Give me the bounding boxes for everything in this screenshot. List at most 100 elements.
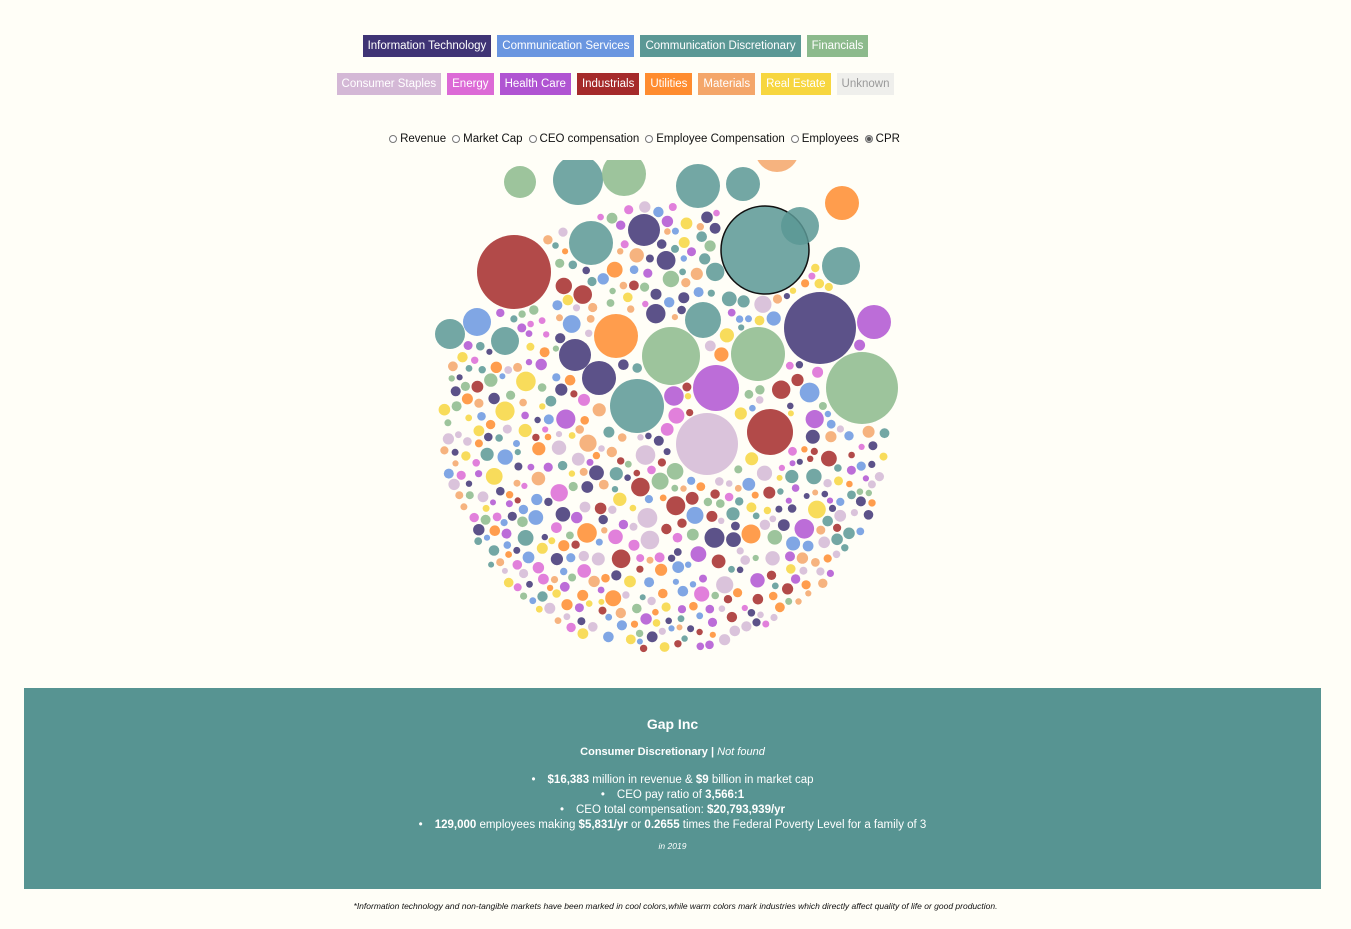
company-bubble[interactable]	[456, 374, 463, 381]
company-bubble[interactable]	[640, 613, 652, 625]
company-bubble[interactable]	[636, 638, 643, 645]
company-bubble[interactable]	[772, 380, 791, 399]
company-bubble[interactable]	[726, 507, 740, 521]
company-bubble[interactable]	[617, 433, 627, 442]
company-bubble[interactable]	[476, 341, 485, 351]
company-bubble[interactable]	[486, 348, 493, 355]
company-bubble[interactable]	[492, 512, 502, 522]
company-bubble[interactable]	[724, 492, 734, 502]
legend-tag-financials[interactable]: Financials	[806, 35, 869, 57]
company-bubble[interactable]	[484, 432, 493, 442]
company-bubble[interactable]	[577, 628, 589, 639]
company-bubble[interactable]	[826, 569, 835, 577]
company-bubble[interactable]	[677, 305, 686, 315]
company-bubble[interactable]	[560, 567, 568, 576]
company-bubble[interactable]	[580, 416, 589, 425]
company-bubble[interactable]	[808, 500, 826, 519]
company-bubble[interactable]	[816, 567, 825, 576]
company-bubble[interactable]	[848, 451, 855, 459]
company-bubble[interactable]	[538, 573, 549, 585]
company-bubble[interactable]	[734, 484, 742, 492]
company-bubble[interactable]	[528, 510, 544, 525]
company-bubble[interactable]	[548, 537, 556, 545]
company-bubble[interactable]	[618, 359, 629, 370]
company-bubble[interactable]	[841, 544, 849, 552]
company-bubble[interactable]	[497, 449, 513, 465]
company-bubble[interactable]	[787, 410, 794, 417]
company-bubble[interactable]	[644, 495, 654, 504]
company-bubble[interactable]	[543, 235, 553, 245]
company-bubble[interactable]	[637, 434, 644, 441]
company-bubble[interactable]	[456, 470, 466, 480]
company-bubble[interactable]	[681, 635, 688, 642]
company-bubble[interactable]	[463, 437, 472, 446]
company-bubble[interactable]	[824, 282, 833, 292]
company-bubble[interactable]	[629, 265, 639, 274]
company-bubble[interactable]	[763, 486, 776, 499]
company-bubble[interactable]	[592, 451, 601, 460]
company-bubble[interactable]	[801, 279, 810, 288]
company-bubble[interactable]	[707, 617, 718, 627]
company-bubble[interactable]	[795, 361, 804, 369]
company-bubble[interactable]	[771, 582, 779, 590]
company-bubble[interactable]	[647, 465, 656, 475]
company-bubble[interactable]	[506, 390, 516, 400]
company-bubble[interactable]	[795, 598, 802, 605]
company-bubble[interactable]	[756, 465, 773, 481]
company-bubble[interactable]	[818, 578, 828, 588]
company-bubble[interactable]	[518, 504, 529, 515]
company-bubble[interactable]	[608, 505, 617, 514]
company-bubble[interactable]	[657, 458, 667, 467]
company-bubble[interactable]	[507, 511, 517, 521]
company-bubble[interactable]	[735, 497, 744, 506]
company-bubble[interactable]	[747, 609, 756, 617]
company-bubble[interactable]	[810, 447, 818, 455]
company-bubble[interactable]	[535, 605, 543, 613]
company-bubble[interactable]	[699, 253, 711, 265]
company-bubble[interactable]	[577, 589, 589, 601]
company-bubble[interactable]	[681, 278, 691, 288]
company-bubble[interactable]	[594, 314, 638, 358]
company-bubble[interactable]	[531, 471, 546, 486]
company-bubble[interactable]	[491, 327, 519, 355]
company-bubble[interactable]	[703, 497, 713, 507]
company-bubble[interactable]	[775, 602, 785, 613]
company-bubble[interactable]	[632, 363, 642, 373]
company-bubble[interactable]	[767, 530, 783, 545]
company-bubble[interactable]	[605, 590, 622, 607]
company-bubble[interactable]	[821, 450, 837, 467]
radio-ceo-compensation[interactable]: CEO compensation	[528, 133, 639, 145]
company-bubble[interactable]	[635, 445, 656, 465]
radio-employee-compensation[interactable]: Employee Compensation	[645, 133, 785, 145]
company-bubble[interactable]	[578, 550, 589, 562]
company-bubble[interactable]	[503, 541, 512, 549]
company-bubble[interactable]	[624, 205, 634, 215]
company-bubble[interactable]	[825, 186, 859, 220]
company-bubble[interactable]	[637, 508, 658, 528]
company-bubble[interactable]	[844, 431, 854, 441]
company-bubble[interactable]	[755, 396, 764, 404]
company-bubble[interactable]	[805, 410, 824, 429]
company-bubble[interactable]	[652, 608, 659, 616]
company-bubble[interactable]	[562, 248, 569, 255]
company-bubble[interactable]	[448, 478, 460, 491]
company-bubble[interactable]	[579, 434, 597, 452]
company-bubble[interactable]	[661, 215, 674, 228]
company-bubble[interactable]	[544, 433, 552, 441]
company-bubble[interactable]	[741, 604, 748, 612]
company-bubble[interactable]	[856, 461, 866, 471]
company-bubble[interactable]	[752, 618, 761, 627]
company-bubble[interactable]	[513, 440, 520, 447]
company-bubble[interactable]	[552, 589, 561, 598]
company-bubble[interactable]	[836, 425, 845, 433]
company-bubble[interactable]	[671, 244, 679, 253]
company-bubble[interactable]	[551, 440, 567, 455]
company-bubble[interactable]	[559, 581, 570, 592]
company-bubble[interactable]	[867, 480, 876, 489]
company-bubble[interactable]	[485, 419, 496, 430]
company-bubble[interactable]	[505, 500, 513, 508]
company-bubble[interactable]	[668, 625, 675, 632]
company-bubble[interactable]	[709, 222, 721, 234]
company-bubble[interactable]	[448, 375, 455, 382]
company-bubble[interactable]	[805, 590, 812, 597]
